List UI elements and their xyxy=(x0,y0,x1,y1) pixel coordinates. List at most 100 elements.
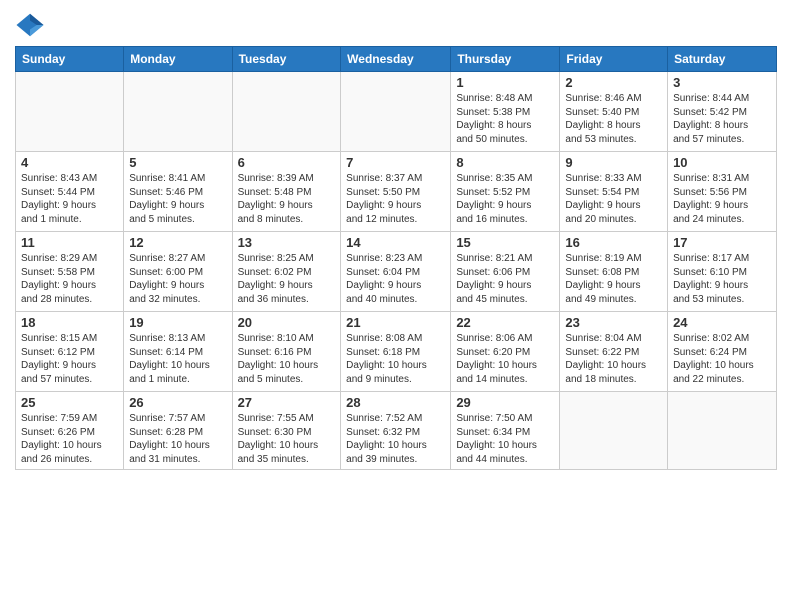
day-number: 7 xyxy=(346,155,445,170)
calendar-header: SundayMondayTuesdayWednesdayThursdayFrid… xyxy=(16,47,777,72)
weekday-header-row: SundayMondayTuesdayWednesdayThursdayFrid… xyxy=(16,47,777,72)
calendar-cell: 9 Sunrise: 8:33 AM Sunset: 5:54 PM Daylig… xyxy=(560,152,668,232)
calendar-cell: 27 Sunrise: 7:55 AM Sunset: 6:30 PM Dayli… xyxy=(232,392,341,470)
day-info: Sunrise: 8:15 AM Sunset: 6:12 PM Dayligh… xyxy=(21,332,118,386)
day-number: 22 xyxy=(456,315,554,330)
day-info: Sunrise: 7:55 AM Sunset: 6:30 PM Dayligh… xyxy=(238,412,336,466)
day-number: 19 xyxy=(129,315,226,330)
day-number: 23 xyxy=(565,315,662,330)
calendar-cell: 15 Sunrise: 8:21 AM Sunset: 6:06 PM Dayli… xyxy=(451,232,560,312)
day-info: Sunrise: 7:57 AM Sunset: 6:28 PM Dayligh… xyxy=(129,412,226,466)
calendar-cell: 13 Sunrise: 8:25 AM Sunset: 6:02 PM Dayli… xyxy=(232,232,341,312)
day-info: Sunrise: 8:02 AM Sunset: 6:24 PM Dayligh… xyxy=(673,332,771,386)
calendar-cell: 26 Sunrise: 7:57 AM Sunset: 6:28 PM Dayli… xyxy=(124,392,232,470)
weekday-header-friday: Friday xyxy=(560,47,668,72)
day-info: Sunrise: 8:46 AM Sunset: 5:40 PM Dayligh… xyxy=(565,92,662,146)
calendar-cell: 17 Sunrise: 8:17 AM Sunset: 6:10 PM Dayli… xyxy=(668,232,777,312)
calendar-cell xyxy=(16,72,124,152)
calendar-cell: 6Sunrise: 8:39 AM Sunset: 5:48 PM Daylig… xyxy=(232,152,341,232)
day-info: Sunrise: 8:21 AM Sunset: 6:06 PM Dayligh… xyxy=(456,252,554,306)
weekday-header-wednesday: Wednesday xyxy=(341,47,451,72)
weekday-header-monday: Monday xyxy=(124,47,232,72)
logo xyxy=(15,10,49,40)
day-number: 21 xyxy=(346,315,445,330)
calendar-cell: 16 Sunrise: 8:19 AM Sunset: 6:08 PM Dayli… xyxy=(560,232,668,312)
weekday-header-saturday: Saturday xyxy=(668,47,777,72)
day-info: Sunrise: 8:10 AM Sunset: 6:16 PM Dayligh… xyxy=(238,332,336,386)
day-number: 25 xyxy=(21,395,118,410)
weekday-header-thursday: Thursday xyxy=(451,47,560,72)
calendar-cell: 11 Sunrise: 8:29 AM Sunset: 5:58 PM Dayli… xyxy=(16,232,124,312)
logo-icon xyxy=(15,10,45,40)
day-info: Sunrise: 8:27 AM Sunset: 6:00 PM Dayligh… xyxy=(129,252,226,306)
day-number: 14 xyxy=(346,235,445,250)
weekday-header-tuesday: Tuesday xyxy=(232,47,341,72)
calendar-cell: 7 Sunrise: 8:37 AM Sunset: 5:50 PM Daylig… xyxy=(341,152,451,232)
weekday-header-sunday: Sunday xyxy=(16,47,124,72)
day-number: 24 xyxy=(673,315,771,330)
calendar-cell: 14Sunrise: 8:23 AM Sunset: 6:04 PM Dayli… xyxy=(341,232,451,312)
day-number: 6 xyxy=(238,155,336,170)
calendar-cell: 12 Sunrise: 8:27 AM Sunset: 6:00 PM Dayli… xyxy=(124,232,232,312)
calendar-cell xyxy=(341,72,451,152)
day-number: 29 xyxy=(456,395,554,410)
calendar-cell xyxy=(124,72,232,152)
calendar-cell: 8 Sunrise: 8:35 AM Sunset: 5:52 PM Daylig… xyxy=(451,152,560,232)
day-info: Sunrise: 8:06 AM Sunset: 6:20 PM Dayligh… xyxy=(456,332,554,386)
day-info: Sunrise: 8:29 AM Sunset: 5:58 PM Dayligh… xyxy=(21,252,118,306)
day-number: 2 xyxy=(565,75,662,90)
calendar-week-row: 25Sunrise: 7:59 AM Sunset: 6:26 PM Dayli… xyxy=(16,392,777,470)
day-number: 1 xyxy=(456,75,554,90)
day-number: 11 xyxy=(21,235,118,250)
calendar-cell xyxy=(668,392,777,470)
day-number: 5 xyxy=(129,155,226,170)
day-info: Sunrise: 8:43 AM Sunset: 5:44 PM Dayligh… xyxy=(21,172,118,226)
day-number: 26 xyxy=(129,395,226,410)
calendar-cell: 23Sunrise: 8:04 AM Sunset: 6:22 PM Dayli… xyxy=(560,312,668,392)
header xyxy=(15,10,777,40)
day-number: 13 xyxy=(238,235,336,250)
day-info: Sunrise: 8:41 AM Sunset: 5:46 PM Dayligh… xyxy=(129,172,226,226)
day-number: 9 xyxy=(565,155,662,170)
day-info: Sunrise: 8:17 AM Sunset: 6:10 PM Dayligh… xyxy=(673,252,771,306)
day-number: 8 xyxy=(456,155,554,170)
calendar-week-row: 18 Sunrise: 8:15 AM Sunset: 6:12 PM Dayli… xyxy=(16,312,777,392)
day-number: 18 xyxy=(21,315,118,330)
calendar: SundayMondayTuesdayWednesdayThursdayFrid… xyxy=(15,46,777,470)
day-info: Sunrise: 8:35 AM Sunset: 5:52 PM Dayligh… xyxy=(456,172,554,226)
day-number: 20 xyxy=(238,315,336,330)
calendar-cell: 2 Sunrise: 8:46 AM Sunset: 5:40 PM Daylig… xyxy=(560,72,668,152)
calendar-cell: 20 Sunrise: 8:10 AM Sunset: 6:16 PM Dayli… xyxy=(232,312,341,392)
calendar-week-row: 11 Sunrise: 8:29 AM Sunset: 5:58 PM Dayli… xyxy=(16,232,777,312)
day-info: Sunrise: 8:13 AM Sunset: 6:14 PM Dayligh… xyxy=(129,332,226,386)
day-number: 4 xyxy=(21,155,118,170)
day-info: Sunrise: 8:37 AM Sunset: 5:50 PM Dayligh… xyxy=(346,172,445,226)
calendar-week-row: 1Sunrise: 8:48 AM Sunset: 5:38 PM Daylig… xyxy=(16,72,777,152)
day-number: 16 xyxy=(565,235,662,250)
day-number: 12 xyxy=(129,235,226,250)
day-info: Sunrise: 8:19 AM Sunset: 6:08 PM Dayligh… xyxy=(565,252,662,306)
calendar-cell xyxy=(232,72,341,152)
calendar-cell: 29Sunrise: 7:50 AM Sunset: 6:34 PM Dayli… xyxy=(451,392,560,470)
day-number: 10 xyxy=(673,155,771,170)
calendar-cell: 1Sunrise: 8:48 AM Sunset: 5:38 PM Daylig… xyxy=(451,72,560,152)
day-number: 28 xyxy=(346,395,445,410)
calendar-cell: 5 Sunrise: 8:41 AM Sunset: 5:46 PM Daylig… xyxy=(124,152,232,232)
calendar-cell: 24 Sunrise: 8:02 AM Sunset: 6:24 PM Dayli… xyxy=(668,312,777,392)
calendar-body: 1Sunrise: 8:48 AM Sunset: 5:38 PM Daylig… xyxy=(16,72,777,470)
calendar-cell: 21Sunrise: 8:08 AM Sunset: 6:18 PM Dayli… xyxy=(341,312,451,392)
calendar-cell: 28 Sunrise: 7:52 AM Sunset: 6:32 PM Dayli… xyxy=(341,392,451,470)
calendar-week-row: 4 Sunrise: 8:43 AM Sunset: 5:44 PM Daylig… xyxy=(16,152,777,232)
day-info: Sunrise: 8:33 AM Sunset: 5:54 PM Dayligh… xyxy=(565,172,662,226)
day-info: Sunrise: 8:25 AM Sunset: 6:02 PM Dayligh… xyxy=(238,252,336,306)
calendar-cell: 3Sunrise: 8:44 AM Sunset: 5:42 PM Daylig… xyxy=(668,72,777,152)
day-number: 17 xyxy=(673,235,771,250)
calendar-cell: 4 Sunrise: 8:43 AM Sunset: 5:44 PM Daylig… xyxy=(16,152,124,232)
day-number: 27 xyxy=(238,395,336,410)
page: SundayMondayTuesdayWednesdayThursdayFrid… xyxy=(0,0,792,612)
calendar-cell: 18 Sunrise: 8:15 AM Sunset: 6:12 PM Dayli… xyxy=(16,312,124,392)
day-number: 15 xyxy=(456,235,554,250)
calendar-cell: 25Sunrise: 7:59 AM Sunset: 6:26 PM Dayli… xyxy=(16,392,124,470)
day-info: Sunrise: 7:52 AM Sunset: 6:32 PM Dayligh… xyxy=(346,412,445,466)
day-info: Sunrise: 8:44 AM Sunset: 5:42 PM Dayligh… xyxy=(673,92,771,146)
